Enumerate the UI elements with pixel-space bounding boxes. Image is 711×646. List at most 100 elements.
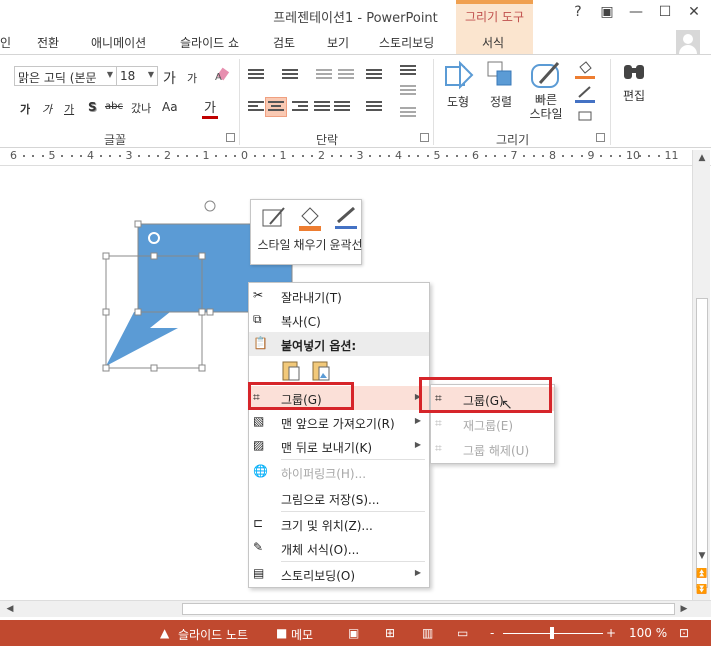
notes-button[interactable]: 슬라이드 노트 [178, 626, 248, 643]
distributed-icon[interactable] [334, 101, 350, 113]
fit-slide-icon[interactable]: ⊡ [679, 626, 689, 640]
scroll-up-icon[interactable]: ▲ [694, 150, 710, 166]
increase-indent-icon[interactable] [338, 69, 354, 81]
menu-item-save-as-picture[interactable]: 그림으로 저장(S)... [249, 486, 429, 510]
align-text-icon[interactable] [400, 85, 416, 97]
tab-view[interactable]: 보기 [327, 34, 349, 51]
text-direction-icon[interactable] [400, 65, 416, 77]
font-color-button[interactable]: 가 [202, 97, 218, 119]
horizontal-scrollbar[interactable]: ◀ ▶ [0, 600, 711, 617]
bold-button[interactable]: 가 [20, 101, 30, 117]
prev-slide-icon[interactable]: ⏫ [694, 566, 710, 582]
regroup-icon: ⌗ [435, 416, 442, 430]
submenu-item-ungroup[interactable]: ⌗ 그룹 해제(U) [431, 437, 554, 461]
user-avatar[interactable] [676, 30, 700, 54]
horizontal-scroll-thumb[interactable] [182, 603, 675, 615]
next-slide-icon[interactable]: ⏬ [694, 582, 710, 598]
tab-animations[interactable]: 애니메이션 [91, 34, 146, 51]
menu-item-copy[interactable]: ⧉ 복사(C) [249, 308, 429, 332]
strikethrough-button[interactable]: abc [105, 101, 123, 112]
fill-button[interactable]: 채우기 [291, 204, 329, 253]
shape-outline-icon[interactable] [575, 85, 595, 103]
menu-item-format-object[interactable]: ✎ 개체 서식(O)... [249, 536, 429, 560]
shape-fill-icon[interactable] [575, 61, 595, 79]
reading-view-icon[interactable]: ▥ [422, 626, 433, 640]
menu-item-bring-to-front[interactable]: ▧ 맨 앞으로 가져오기(R) ▶ [249, 410, 429, 434]
quick-styles-button[interactable]: 빠른 스타일 [522, 59, 570, 121]
style-button[interactable]: 스타일 [255, 204, 293, 253]
close-button[interactable]: ✕ [682, 4, 706, 26]
zoom-slider[interactable] [503, 627, 603, 639]
menu-item-hyperlink[interactable]: 🌐 하이퍼링크(H)... [249, 460, 429, 484]
paste-keep-format-icon[interactable] [281, 359, 301, 381]
tab-insert-partial[interactable]: 인 [0, 34, 11, 51]
arrange-button[interactable]: 정렬 [482, 59, 520, 110]
scroll-left-icon[interactable]: ◀ [2, 601, 18, 617]
columns-icon[interactable] [366, 101, 382, 113]
slideshow-view-icon[interactable]: ▭ [457, 626, 468, 640]
font-size-combo[interactable]: 18 ▼ [116, 66, 158, 86]
tab-format[interactable]: 서식 [482, 34, 504, 51]
zoom-slider-knob[interactable] [550, 627, 554, 639]
underline-button[interactable]: 가 [64, 101, 74, 117]
scroll-right-icon[interactable]: ▶ [676, 601, 692, 617]
comments-button[interactable]: 메모 [291, 626, 313, 643]
clear-format-icon[interactable]: A [214, 66, 232, 84]
maximize-button[interactable]: ☐ [653, 4, 677, 26]
drawing-dialog-launcher-icon[interactable] [596, 133, 605, 142]
vertical-scrollbar[interactable]: ▲ ▼ ⏫ ⏬ [692, 150, 710, 600]
menu-item-label: 크기 및 위치(Z)... [281, 519, 373, 533]
submenu-item-regroup[interactable]: ⌗ 재그룹(E) [431, 412, 554, 436]
paste-option-buttons [249, 357, 429, 385]
font-dialog-launcher-icon[interactable] [226, 133, 235, 142]
shapes-button[interactable]: 도형 [439, 59, 477, 110]
minimize-button[interactable]: — [624, 4, 648, 26]
numbering-icon[interactable] [282, 69, 298, 81]
paragraph-group-label: 단락 [316, 133, 339, 147]
slide-sorter-icon[interactable]: ⊞ [385, 626, 395, 640]
ruler-tick [388, 155, 391, 157]
comments-icon[interactable]: ■ [276, 626, 287, 640]
menu-item-send-to-back[interactable]: ▨ 맨 뒤로 보내기(K) ▶ [249, 434, 429, 458]
grow-font-button[interactable]: 가 [163, 68, 176, 88]
menu-item-storyboarding[interactable]: ▤ 스토리보딩(O) ▶ [249, 562, 429, 586]
zoom-in-button[interactable]: + [606, 626, 616, 640]
zoom-level[interactable]: 100 % [629, 626, 667, 640]
menu-item-size-position[interactable]: ⊏ 크기 및 위치(Z)... [249, 512, 429, 536]
shrink-font-button[interactable]: 가 [187, 70, 197, 86]
scroll-down-icon[interactable]: ▼ [694, 548, 710, 564]
decrease-indent-icon[interactable] [316, 69, 332, 81]
ruler-tick [195, 155, 198, 157]
tab-review[interactable]: 검토 [273, 34, 295, 51]
smartart-icon[interactable] [400, 107, 416, 119]
vertical-scroll-thumb[interactable] [696, 298, 708, 588]
change-case-button[interactable]: Aa [162, 100, 178, 114]
paragraph-dialog-launcher-icon[interactable] [420, 133, 429, 142]
tab-transitions[interactable]: 전환 [37, 34, 59, 51]
tab-slideshow[interactable]: 슬라이드 쇼 [180, 34, 239, 51]
italic-button[interactable]: 가 [42, 101, 52, 117]
shadow-button[interactable]: S [88, 100, 97, 114]
align-right-icon[interactable] [292, 101, 308, 113]
zoom-out-button[interactable]: - [490, 626, 494, 640]
notes-icon[interactable]: ▲ [160, 626, 169, 640]
editing-button[interactable]: 편집 [616, 59, 652, 104]
align-left-icon[interactable] [248, 101, 264, 113]
svg-text:A: A [215, 72, 222, 83]
ribbon-display-button[interactable]: ▣ [595, 4, 619, 26]
menu-item-cut[interactable]: ✂ 잘라내기(T) [249, 284, 429, 308]
bullets-icon[interactable] [248, 69, 264, 81]
tab-storyboarding[interactable]: 스토리보딩 [379, 34, 434, 51]
rotate-handle-icon[interactable] [204, 200, 216, 212]
menu-item-label: 하이퍼링크(H)... [281, 467, 367, 481]
outline-button[interactable]: 윤곽선 [327, 204, 365, 253]
normal-view-icon[interactable]: ▣ [348, 626, 359, 640]
shape-effects-icon[interactable] [575, 109, 595, 125]
char-spacing-button[interactable]: 갔나 [131, 100, 151, 116]
storyboard-icon: ▤ [253, 566, 265, 580]
line-spacing-icon[interactable] [366, 69, 382, 81]
justify-icon[interactable] [314, 101, 330, 113]
help-button[interactable]: ? [566, 4, 590, 26]
paste-picture-icon[interactable] [311, 359, 331, 381]
font-name-combo[interactable]: 맑은 고딕 (본문 ▼ [14, 66, 117, 86]
